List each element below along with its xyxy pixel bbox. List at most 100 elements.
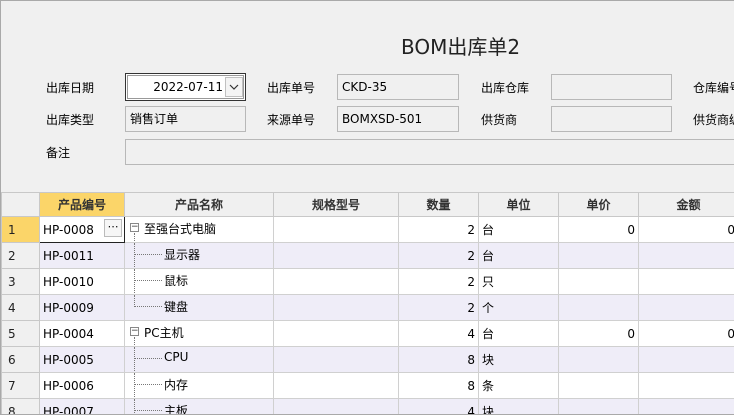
cell-qty[interactable]: 4 [398,320,479,347]
remark-field[interactable] [125,139,734,165]
row-number[interactable]: 6 [1,346,40,373]
cell-spec[interactable] [273,294,399,321]
cell-name[interactable]: 鼠标 [124,268,274,295]
cell-qty[interactable]: 8 [398,372,479,399]
out-no-field[interactable]: CKD-35 [337,74,459,100]
cell-qty[interactable]: 2 [398,268,479,295]
cell-code[interactable]: HP-0008 ⋯ [39,216,125,243]
cell-code[interactable]: HP-0009 [39,294,125,321]
cell-qty[interactable]: 4 [398,398,479,414]
cell-name[interactable]: 显示器 [124,242,274,269]
tree-line [134,347,135,371]
cell-price[interactable] [558,346,639,373]
date-dropdown-button[interactable] [225,77,243,97]
row-number[interactable]: 7 [1,372,40,399]
row-number[interactable]: 8 [1,398,40,414]
cell-amount[interactable] [638,268,734,295]
cell-amount[interactable]: 0 [638,216,734,243]
cell-name[interactable]: CPU [124,346,274,373]
cell-unit[interactable]: 台 [478,320,559,347]
cell-spec[interactable] [273,372,399,399]
col-header-amount[interactable]: 金额 [638,192,734,217]
cell-name[interactable]: 内存 [124,372,274,399]
cell-code[interactable]: HP-0007 [39,398,125,414]
cell-spec[interactable] [273,242,399,269]
col-header-unit[interactable]: 单位 [478,192,559,217]
col-header-name[interactable]: 产品名称 [124,192,274,217]
supplier-code-label: 供货商编 [693,113,734,127]
row-number[interactable]: 1 [1,216,40,243]
cell-spec[interactable] [273,398,399,414]
cell-code[interactable]: HP-0010 [39,268,125,295]
cell-name[interactable]: 键盘 [124,294,274,321]
row-number[interactable]: 4 [1,294,40,321]
cell-code[interactable]: HP-0011 [39,242,125,269]
cell-price[interactable]: 0 [558,216,639,243]
cell-amount[interactable] [638,346,734,373]
corner-cell[interactable] [1,192,40,217]
col-header-spec[interactable]: 规格型号 [273,192,399,217]
cell-price[interactable] [558,268,639,295]
table-row[interactable]: 2 HP-0011 显示器 2 台 [1,242,734,269]
row-number[interactable]: 5 [1,320,40,347]
warehouse-field[interactable] [551,74,672,100]
cell-name-text: CPU [164,350,189,364]
cell-spec[interactable] [273,320,399,347]
cell-qty[interactable]: 2 [398,216,479,243]
ellipsis-button[interactable]: ⋯ [104,219,122,237]
table-row[interactable]: 7 HP-0006 内存 8 条 [1,372,734,399]
cell-price[interactable] [558,294,639,321]
tree-branch-line [134,254,162,255]
cell-code[interactable]: HP-0005 [39,346,125,373]
cell-price[interactable] [558,372,639,399]
table-row[interactable]: 8 HP-0007 主板 4 块 [1,398,734,414]
cell-unit[interactable]: 只 [478,268,559,295]
cell-unit[interactable]: 条 [478,372,559,399]
cell-amount[interactable] [638,294,734,321]
cell-name[interactable]: 主板 [124,398,274,414]
col-header-qty[interactable]: 数量 [398,192,479,217]
cell-unit[interactable]: 个 [478,294,559,321]
cell-qty[interactable]: 2 [398,294,479,321]
tree-node: 键盘 [128,295,270,318]
cell-code[interactable]: HP-0004 [39,320,125,347]
table-row[interactable]: 5HP-0004−PC主机4台00 [1,320,734,347]
cell-name[interactable]: − 至强台式电脑 [124,216,274,243]
bom-table: 产品编号 产品名称 规格型号 数量 单位 单价 金额 1 HP-0008 ⋯ − 至强台… [1,192,734,414]
collapse-toggle-icon[interactable]: − [130,223,139,232]
col-header-price[interactable]: 单价 [558,192,639,217]
out-date-picker[interactable]: 2022-07-11 [125,73,246,101]
table-row[interactable]: 6 HP-0005 CPU 8 块 [1,346,734,373]
cell-spec[interactable] [273,346,399,373]
cell-amount[interactable] [638,242,734,269]
cell-amount[interactable]: 0 [638,320,734,347]
supplier-field[interactable] [551,106,672,132]
collapse-toggle-icon[interactable]: − [130,327,139,336]
out-type-field[interactable]: 销售订单 [125,106,246,132]
table-row[interactable]: 4 HP-0009 键盘 2 个 [1,294,734,321]
col-header-code[interactable]: 产品编号 [39,192,125,217]
cell-qty[interactable]: 2 [398,242,479,269]
source-no-field[interactable]: BOMXSD-501 [337,106,459,132]
cell-name[interactable]: − PC主机 [124,320,274,347]
row-number[interactable]: 2 [1,242,40,269]
cell-unit[interactable]: 块 [478,398,559,414]
cell-qty[interactable]: 8 [398,346,479,373]
cell-code[interactable]: HP-0006 [39,372,125,399]
cell-amount[interactable] [638,372,734,399]
cell-code-text: HP-0009 [43,300,94,315]
row-number[interactable]: 3 [1,268,40,295]
cell-spec[interactable] [273,216,399,243]
table-row[interactable]: 1HP-0008⋯−至强台式电脑2台00 [1,216,734,243]
cell-price[interactable] [558,242,639,269]
cell-amount[interactable] [638,398,734,414]
cell-code-text: HP-0008 [43,222,94,237]
table-row[interactable]: 3 HP-0010 鼠标 2 只 [1,268,734,295]
cell-unit[interactable]: 台 [478,216,559,243]
remark-label: 备注 [46,146,71,160]
cell-spec[interactable] [273,268,399,295]
cell-price[interactable] [558,398,639,414]
cell-price[interactable]: 0 [558,320,639,347]
cell-unit[interactable]: 块 [478,346,559,373]
cell-unit[interactable]: 台 [478,242,559,269]
